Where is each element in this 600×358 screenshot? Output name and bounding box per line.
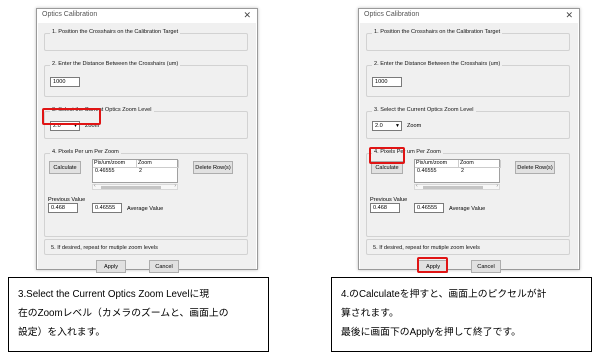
section-title: 1. Position the Crosshairs on the Calibr… — [372, 29, 503, 35]
delete-rows-button[interactable]: Delete Row(s) — [193, 161, 233, 174]
grid-cell[interactable]: 2 — [459, 168, 464, 175]
section-position-crosshairs: 1. Position the Crosshairs on the Calibr… — [366, 29, 570, 51]
note-line: 算されます。 — [341, 308, 399, 319]
note-line: 在のZoomレベル（カメラのズームと、画面上の — [18, 308, 229, 319]
section-title: 1. Position the Crosshairs on the Calibr… — [50, 29, 181, 35]
section-distance: 2. Enter the Distance Between the Crossh… — [366, 61, 570, 97]
zoom-select[interactable]: 2.0 ▼ — [372, 121, 402, 131]
section-zoom-level: 3. Select the Current Optics Zoom Level … — [366, 107, 570, 139]
section-title: 2. Enter the Distance Between the Crossh… — [372, 61, 503, 67]
chevron-down-icon: ▼ — [395, 123, 400, 129]
previous-value-field: 0.468 — [48, 203, 78, 213]
scroll-left-icon[interactable]: ‹ — [94, 183, 96, 189]
optics-calibration-dialog: Optics Calibration ✕ 1. Position the Cro… — [36, 8, 258, 273]
apply-button[interactable]: Apply — [96, 260, 126, 273]
note-line: 4.のCalculateを押すと、画面上のピクセルが計 — [341, 289, 547, 300]
section-pixels-per-um: 4. Pixels Per um Per Zoom Calculate Pix/… — [44, 149, 248, 237]
column-header[interactable]: Pix/um/zoom — [93, 160, 137, 168]
scrollbar-thumb[interactable] — [101, 186, 161, 189]
section-repeat: 5. If desired, repeat for mutiple zoom l… — [366, 239, 570, 255]
average-value-label: Average Value — [127, 206, 164, 212]
average-value-field: 0.46555 — [414, 203, 444, 213]
cancel-button[interactable]: Cancel — [149, 260, 179, 273]
section-repeat: 5. If desired, repeat for mutiple zoom l… — [44, 239, 248, 255]
zoom-highlight-box — [42, 108, 101, 125]
distance-input[interactable]: 1000 — [372, 77, 402, 87]
horizontal-scrollbar[interactable]: ‹ › — [414, 183, 500, 190]
note-line: 3.Select the Current Optics Zoom Levelに現 — [18, 289, 210, 300]
section-title: 5. If desired, repeat for mutiple zoom l… — [373, 245, 480, 251]
scrollbar-thumb[interactable] — [423, 186, 483, 189]
grid-cell[interactable]: 2 — [137, 168, 142, 175]
note-line: 設定）を入れます。 — [18, 327, 106, 338]
title-bar: Optics Calibration ✕ — [37, 9, 257, 23]
zoom-label: Zoom — [407, 123, 422, 129]
dialog-client-area: 1. Position the Crosshairs on the Calibr… — [360, 23, 578, 273]
column-header[interactable]: Zoom — [459, 160, 501, 168]
calculate-highlight-box — [369, 147, 405, 164]
calculate-button[interactable]: Calculate — [49, 161, 81, 174]
cancel-button[interactable]: Cancel — [471, 260, 501, 273]
section-pixels-per-um: 4. Pixels Per um Per Zoom Calculate Pix/… — [366, 149, 570, 237]
column-header[interactable]: Pix/um/zoom — [415, 160, 459, 168]
dialog-title: Optics Calibration — [42, 11, 98, 18]
scroll-right-icon[interactable]: › — [496, 183, 498, 189]
close-icon[interactable]: ✕ — [565, 10, 573, 20]
section-title: 5. If desired, repeat for mutiple zoom l… — [51, 245, 158, 251]
section-title: 2. Enter the Distance Between the Crossh… — [50, 61, 181, 67]
grid-cell[interactable]: 0.46555 — [415, 168, 437, 175]
zoom-select-value: 2.0 — [375, 123, 383, 129]
scroll-left-icon[interactable]: ‹ — [416, 183, 418, 189]
horizontal-scrollbar[interactable]: ‹ › — [92, 183, 178, 190]
dialog-title: Optics Calibration — [364, 11, 420, 18]
average-value-field: 0.46555 — [92, 203, 122, 213]
instruction-note-step4: 4.のCalculateを押すと、画面上のピクセルが計 算されます。 最後に画面… — [331, 277, 592, 352]
section-position-crosshairs: 1. Position the Crosshairs on the Calibr… — [44, 29, 248, 51]
scroll-right-icon[interactable]: › — [174, 183, 176, 189]
optics-calibration-dialog: Optics Calibration ✕ 1. Position the Cro… — [358, 8, 580, 273]
delete-rows-button[interactable]: Delete Row(s) — [515, 161, 555, 174]
grid-cell[interactable]: 0.46555 — [93, 168, 115, 175]
section-title: 4. Pixels Per um Per Zoom — [50, 149, 121, 155]
calibration-grid: Pix/um/zoom Zoom 0.46555 2 — [414, 159, 501, 183]
section-title: 3. Select the Current Optics Zoom Level — [372, 107, 476, 113]
close-icon[interactable]: ✕ — [243, 10, 251, 20]
distance-input[interactable]: 1000 — [50, 77, 80, 87]
instruction-note-step3: 3.Select the Current Optics Zoom Levelに現… — [8, 277, 269, 352]
dialog-client-area: 1. Position the Crosshairs on the Calibr… — [38, 23, 256, 273]
apply-highlight-box — [417, 257, 448, 273]
note-line: 最後に画面下のApplyを押して終了です。 — [341, 327, 521, 338]
previous-value-field: 0.468 — [370, 203, 400, 213]
section-distance: 2. Enter the Distance Between the Crossh… — [44, 61, 248, 97]
title-bar: Optics Calibration ✕ — [359, 9, 579, 23]
average-value-label: Average Value — [449, 206, 486, 212]
column-header[interactable]: Zoom — [137, 160, 179, 168]
calibration-grid: Pix/um/zoom Zoom 0.46555 2 — [92, 159, 179, 183]
